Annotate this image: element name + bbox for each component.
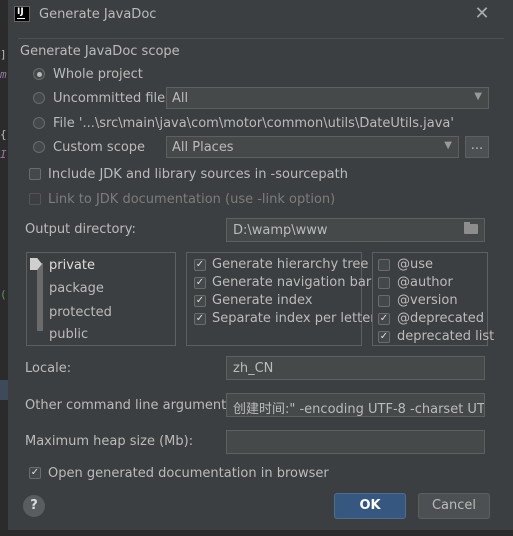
use-tag-checkbox[interactable] (378, 259, 390, 271)
generate-navigation-bar-checkbox[interactable]: ✓ (194, 277, 206, 289)
max-heap-label: Maximum heap size (Mb): (25, 434, 194, 449)
editor-mark: I (0, 148, 7, 161)
visibility-level-public[interactable]: public (49, 327, 88, 342)
generate-index-checkbox[interactable]: ✓ (194, 295, 206, 307)
open-in-browser-label[interactable]: Open generated documentation in browser (48, 466, 329, 481)
editor-mark: m (0, 68, 7, 81)
editor-mark: { (0, 128, 7, 141)
visibility-level-protected[interactable]: protected (49, 305, 112, 320)
generate-index-label[interactable]: Generate index (212, 293, 312, 308)
editor-mark: ] (0, 48, 7, 61)
separate-index-label[interactable]: Separate index per letter (212, 311, 376, 326)
custom-scope-more-button[interactable]: ... (465, 136, 489, 158)
chevron-down-icon: ▼ (474, 91, 482, 102)
locale-field[interactable]: zh_CN (226, 356, 485, 380)
version-tag-checkbox[interactable] (378, 295, 390, 307)
title-bar: IJ Generate JavaDoc ✕ (8, 0, 513, 30)
deprecated-list-checkbox[interactable]: ✓ (378, 331, 390, 343)
use-tag-label[interactable]: @use (397, 257, 433, 272)
locale-value: zh_CN (233, 361, 274, 376)
output-directory-label: Output directory: (25, 222, 136, 237)
custom-scope-combo[interactable]: All Places ▼ (166, 136, 459, 158)
uncommitted-files-radio[interactable] (33, 92, 45, 104)
output-directory-field[interactable]: D:\wamp\www (226, 218, 485, 242)
author-tag-label[interactable]: @author (397, 275, 453, 290)
other-args-field[interactable]: 创建时间:" -encoding UTF-8 -charset UTF-8 (226, 393, 485, 417)
author-tag-checkbox[interactable] (378, 277, 390, 289)
other-args-value: 创建时间:" -encoding UTF-8 -charset UTF-8 (233, 402, 485, 417)
generate-options-panel: ✓ Generate hierarchy tree ✓ Generate nav… (186, 252, 376, 346)
scope-group-border (18, 38, 504, 39)
whole-project-label[interactable]: Whole project (53, 67, 143, 82)
editor-mark: ( (0, 288, 7, 301)
visibility-level-private[interactable]: private (49, 258, 95, 273)
close-icon[interactable]: ✕ (471, 3, 493, 25)
custom-scope-radio[interactable] (33, 141, 45, 153)
open-in-browser-checkbox[interactable]: ✓ (29, 467, 41, 479)
editor-current-line (0, 380, 8, 400)
custom-scope-label[interactable]: Custom scope (53, 140, 145, 155)
file-radio[interactable] (33, 117, 45, 129)
output-directory-value: D:\wamp\www (233, 223, 328, 238)
editor-background: ] m { I ( (0, 0, 8, 536)
version-tag-label[interactable]: @version (397, 293, 458, 308)
generate-hierarchy-tree-label[interactable]: Generate hierarchy tree (212, 257, 368, 272)
locale-label: Locale: (25, 361, 72, 376)
uncommitted-files-combo-value: All (172, 91, 189, 106)
scope-group-title: Generate JavaDoc scope (20, 44, 180, 59)
intellij-logo-icon: IJ (14, 6, 30, 22)
include-jdk-checkbox[interactable] (29, 168, 41, 180)
deprecated-tag-checkbox[interactable]: ✓ (378, 313, 390, 325)
visibility-panel: private package protected public (26, 252, 176, 346)
cancel-button[interactable]: Cancel (418, 493, 490, 519)
deprecated-tag-label[interactable]: @deprecated (397, 311, 484, 326)
include-jdk-label[interactable]: Include JDK and library sources in -sour… (48, 167, 348, 182)
custom-scope-combo-value: All Places (172, 140, 234, 155)
generate-javadoc-dialog: IJ Generate JavaDoc ✕ Generate JavaDoc s… (8, 0, 513, 530)
link-jdk-checkbox (29, 193, 41, 205)
help-button[interactable]: ? (23, 495, 45, 517)
deprecated-list-label[interactable]: deprecated list (397, 329, 494, 344)
uncommitted-files-combo[interactable]: All ▼ (166, 87, 489, 109)
other-args-label: Other command line arguments: (25, 398, 238, 413)
tag-options-panel: @use @author @version ✓ @deprecated ✓ de… (372, 252, 494, 346)
folder-icon[interactable] (464, 222, 478, 234)
visibility-slider-track[interactable] (37, 263, 43, 331)
generate-hierarchy-tree-checkbox[interactable]: ✓ (194, 259, 206, 271)
file-label[interactable]: File '...\src\main\java\com\motor\common… (53, 116, 454, 131)
link-jdk-label: Link to JDK documentation (use -link opt… (48, 192, 336, 207)
whole-project-radio[interactable] (33, 68, 45, 80)
generate-navigation-bar-label[interactable]: Generate navigation bar (212, 275, 371, 290)
ok-button[interactable]: OK (334, 493, 406, 519)
separate-index-checkbox[interactable]: ✓ (194, 313, 206, 325)
max-heap-field[interactable] (226, 430, 485, 454)
chevron-down-icon: ▼ (444, 140, 452, 151)
uncommitted-files-label[interactable]: Uncommitted files (53, 91, 172, 106)
visibility-level-package[interactable]: package (49, 281, 104, 296)
dialog-title: Generate JavaDoc (39, 7, 157, 22)
